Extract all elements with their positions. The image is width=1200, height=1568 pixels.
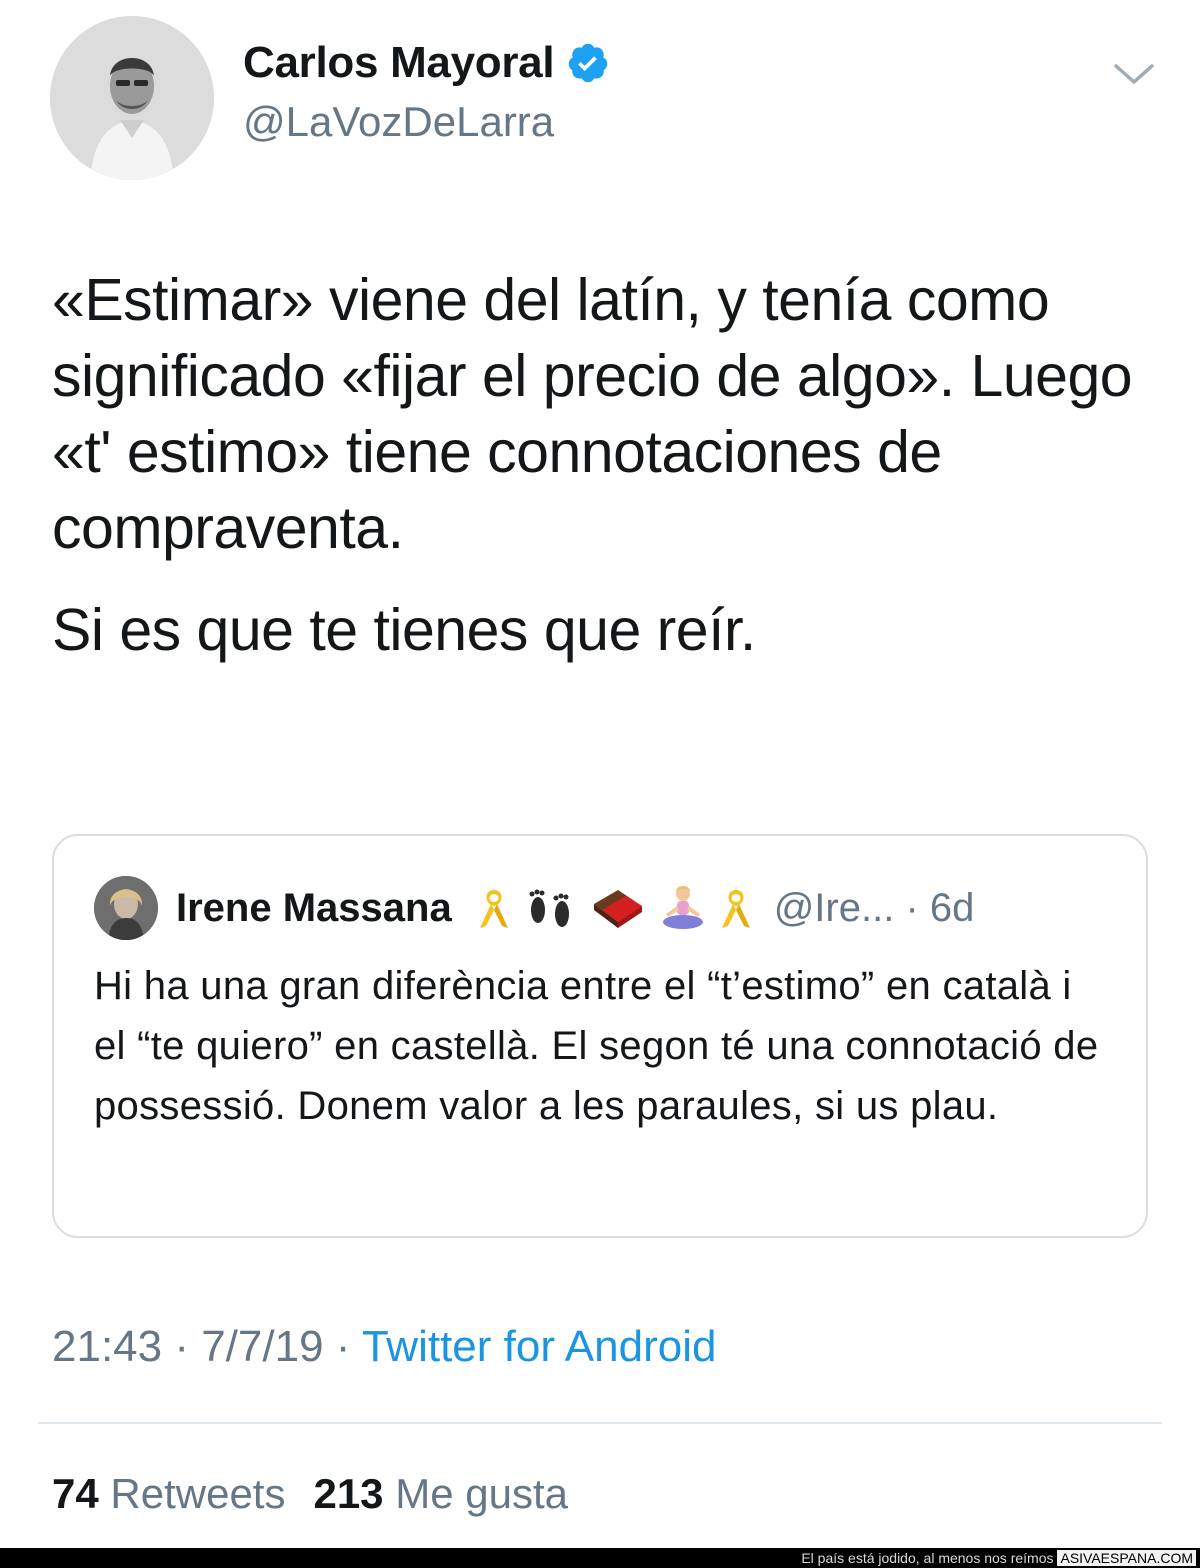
quoted-tweet-header: Irene Massana @Ire... · 6d (94, 876, 974, 940)
tweet-source-link[interactable]: Twitter for Android (362, 1322, 717, 1371)
likes-count: 213 (313, 1470, 384, 1517)
quoted-author-avatar (94, 876, 158, 940)
footprints-icon (529, 889, 569, 927)
author-handle[interactable]: @LaVozDeLarra (243, 98, 554, 146)
verified-badge-icon (569, 43, 608, 83)
quoted-tweet-card[interactable]: Irene Massana @Ire... · 6d Hi ha una gra… (52, 834, 1148, 1238)
author-name-row[interactable]: Carlos Mayoral (243, 38, 610, 88)
quoted-handle-time: @Ire... · 6d (773, 885, 975, 930)
likes-stat[interactable]: 213 Me gusta (313, 1470, 568, 1518)
person-in-lotus-position-icon (662, 886, 703, 929)
yellow-ribbon-icon (721, 890, 750, 928)
likes-label: Me gusta (395, 1470, 568, 1517)
watermark-footer: El país está jodido, al menos nos reímos… (0, 1548, 1200, 1568)
chocolate-bar-icon (593, 890, 642, 928)
quoted-author-emojis (476, 884, 754, 932)
footer-site: ASIVAESPANA.COM (1057, 1550, 1196, 1566)
tweet-paragraph: «Estimar» viene del latín, y tenía como … (52, 267, 1133, 561)
author-avatar[interactable] (50, 16, 214, 180)
tweet-text: «Estimar» viene del latín, y tenía como … (52, 262, 1162, 668)
author-display-name[interactable]: Carlos Mayoral (243, 38, 555, 88)
chevron-down-icon[interactable] (1110, 56, 1158, 90)
quoted-tweet-text: Hi ha una gran diferència entre el “t’es… (94, 964, 1099, 1128)
tweet-stats: 74 Retweets 213 Me gusta (52, 1470, 568, 1518)
tweet-meta: 21:43 · 7/7/19 · Twitter for Android (52, 1322, 716, 1372)
yellow-ribbon-icon (479, 890, 508, 928)
divider (38, 1422, 1162, 1424)
quoted-author-name: Irene Massana (176, 885, 452, 930)
retweets-label: Retweets (110, 1470, 286, 1517)
retweets-count: 74 (52, 1470, 99, 1517)
profile-photo-icon (50, 16, 214, 180)
profile-photo-icon (94, 876, 158, 940)
tweet-timestamp: 21:43 · 7/7/19 · (52, 1322, 362, 1371)
retweets-stat[interactable]: 74 Retweets (52, 1470, 285, 1518)
tweet-paragraph: Si es que te tienes que reír. (52, 597, 756, 663)
footer-caption: El país está jodido, al menos nos reímos (801, 1550, 1054, 1566)
